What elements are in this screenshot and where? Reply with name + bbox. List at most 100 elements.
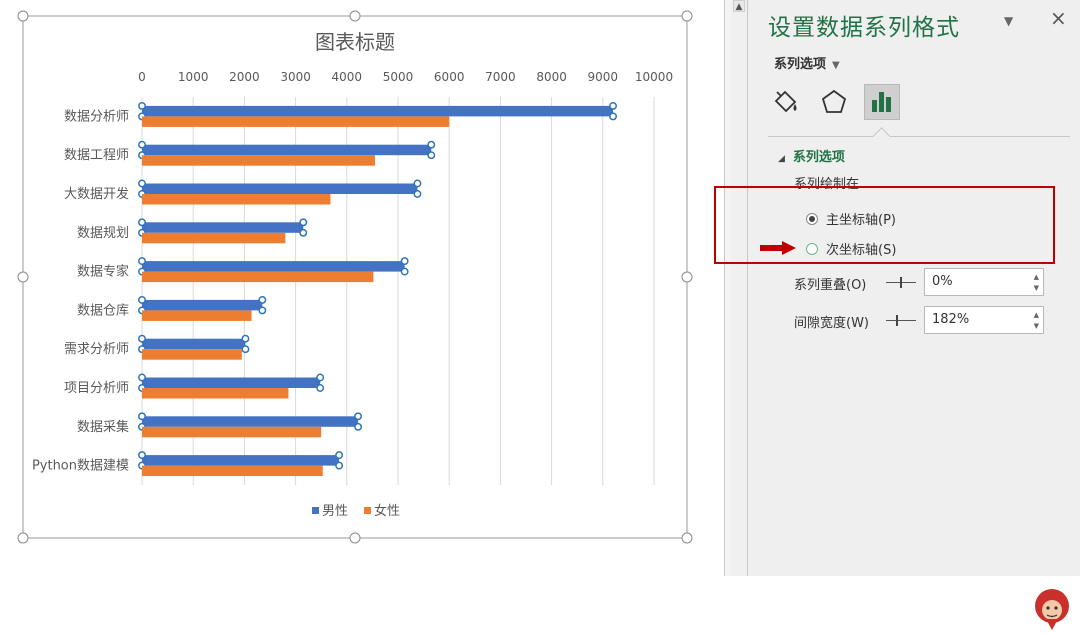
x-tick-label: 9000 bbox=[588, 70, 619, 84]
bar[interactable] bbox=[142, 261, 405, 272]
bar-selection-handle[interactable] bbox=[138, 295, 146, 304]
bar-selection-handle[interactable] bbox=[316, 384, 325, 392]
x-tick-label: 7000 bbox=[485, 70, 516, 84]
resize-handle[interactable] bbox=[17, 271, 29, 283]
bar[interactable] bbox=[142, 416, 359, 427]
bar-selection-handle[interactable] bbox=[138, 451, 146, 460]
x-tick-label: 4000 bbox=[332, 70, 363, 84]
arrow-right-icon bbox=[760, 241, 796, 255]
scroll-up-icon[interactable]: ▲ bbox=[733, 0, 745, 12]
category-label: 大数据开发 bbox=[64, 186, 129, 202]
bar-selection-handle[interactable] bbox=[609, 101, 617, 110]
bar-selection-handle[interactable] bbox=[138, 412, 146, 421]
bar-selection-handle[interactable] bbox=[413, 179, 422, 188]
bar[interactable] bbox=[142, 155, 375, 166]
chart-svg[interactable]: 图表标题 0 1000 2000 3000 4000 5000 6000 7000 8000 900… bbox=[0, 0, 720, 634]
gap-width-slider-thumb[interactable] bbox=[895, 315, 898, 326]
bar-selection-handle[interactable] bbox=[138, 373, 146, 382]
bar[interactable] bbox=[142, 105, 614, 117]
bar-selection-handle[interactable] bbox=[400, 257, 409, 266]
bar-selection-handle[interactable] bbox=[609, 112, 617, 121]
category-label: 数据规划 bbox=[77, 226, 129, 241]
bar-selection-handle[interactable] bbox=[138, 101, 146, 110]
bar[interactable] bbox=[142, 183, 418, 195]
spin-up-icon[interactable]: ▲ bbox=[1034, 273, 1039, 281]
bar-selection-handle[interactable] bbox=[335, 461, 344, 470]
legend-label: 女性 bbox=[374, 503, 400, 519]
bar-selection-handle[interactable] bbox=[138, 140, 146, 149]
bar-selection-handle[interactable] bbox=[354, 412, 363, 421]
bar-selection-handle[interactable] bbox=[316, 373, 325, 382]
series-options-icon[interactable] bbox=[864, 84, 900, 120]
tab-divider bbox=[768, 136, 1070, 137]
bar[interactable] bbox=[142, 377, 321, 389]
bar-selection-handle[interactable] bbox=[299, 228, 308, 237]
bar-selection-handle[interactable] bbox=[299, 218, 308, 227]
bar-selection-handle[interactable] bbox=[335, 451, 344, 460]
spin-up-icon[interactable]: ▲ bbox=[1034, 311, 1039, 319]
x-tick-label: 8000 bbox=[536, 70, 567, 84]
x-tick-label: 3000 bbox=[280, 70, 311, 84]
bar[interactable] bbox=[142, 455, 340, 466]
bar-selection-handle[interactable] bbox=[354, 422, 363, 431]
series-overlap-label: 系列重叠(O) bbox=[794, 278, 867, 293]
bar[interactable] bbox=[142, 310, 252, 321]
category-label: 项目分析师 bbox=[64, 381, 129, 396]
resize-handle[interactable] bbox=[681, 10, 693, 22]
chart-title: 图表标题 bbox=[315, 30, 395, 54]
series-options-tab[interactable]: 系列选项 ▼ bbox=[774, 53, 840, 72]
bar-selection-handle[interactable] bbox=[427, 151, 436, 160]
chevron-down-icon: ▼ bbox=[832, 60, 840, 71]
effects-icon[interactable] bbox=[816, 84, 852, 120]
spin-down-icon[interactable]: ▼ bbox=[1034, 284, 1039, 292]
dropdown-icon[interactable]: ▼ bbox=[1004, 14, 1013, 28]
gap-width-input[interactable]: 182% ▲ ▼ bbox=[924, 306, 1044, 334]
bar-selection-handle[interactable] bbox=[138, 257, 146, 266]
fill-line-icon[interactable] bbox=[768, 84, 804, 120]
bar-selection-handle[interactable] bbox=[400, 267, 409, 276]
bar-selection-handle[interactable] bbox=[413, 190, 422, 198]
resize-handle[interactable] bbox=[681, 271, 693, 283]
bar[interactable] bbox=[142, 338, 246, 350]
bar-selection-handle[interactable] bbox=[258, 306, 267, 315]
spin-down-icon[interactable]: ▼ bbox=[1034, 322, 1039, 330]
series-overlap-input[interactable]: 0% ▲ ▼ bbox=[924, 268, 1044, 296]
resize-handle[interactable] bbox=[349, 10, 361, 22]
bar-selection-handle[interactable] bbox=[138, 334, 146, 343]
bar[interactable] bbox=[142, 465, 323, 477]
chart-area[interactable]: 图表标题 0 1000 2000 3000 4000 5000 6000 7000 8000 900… bbox=[0, 0, 720, 634]
bar-selection-handle[interactable] bbox=[427, 140, 436, 149]
series-overlap-slider[interactable] bbox=[886, 277, 916, 288]
bar-selection-handle[interactable] bbox=[138, 218, 146, 227]
bar-selection-handle[interactable] bbox=[258, 295, 267, 304]
bar[interactable] bbox=[142, 426, 322, 438]
bar[interactable] bbox=[142, 222, 304, 233]
section-label: 系列选项 bbox=[792, 150, 845, 165]
category-label: 数据专家 bbox=[77, 264, 129, 280]
gap-width-value: 182% bbox=[932, 312, 970, 327]
resize-handle[interactable] bbox=[17, 10, 29, 22]
x-tick-label: 6000 bbox=[434, 70, 465, 84]
vertical-scrollbar[interactable]: ▲ bbox=[731, 0, 748, 576]
bar-selection-handle[interactable] bbox=[241, 334, 250, 343]
close-icon[interactable]: × bbox=[1050, 6, 1067, 30]
series-options-section[interactable]: ◢ 系列选项 bbox=[778, 146, 845, 165]
bar[interactable] bbox=[142, 271, 374, 283]
bar[interactable] bbox=[142, 349, 242, 360]
category-label: 数据分析师 bbox=[64, 109, 129, 124]
bar[interactable] bbox=[142, 116, 450, 127]
resize-handle[interactable] bbox=[17, 532, 29, 544]
series-overlap-slider-thumb[interactable] bbox=[900, 277, 902, 288]
resize-handle[interactable] bbox=[349, 532, 361, 544]
gap-width-label: 间隙宽度(W) bbox=[794, 316, 869, 331]
bar[interactable] bbox=[142, 388, 289, 399]
bar[interactable] bbox=[142, 299, 263, 311]
resize-handle[interactable] bbox=[681, 532, 693, 544]
gap-width-slider[interactable] bbox=[886, 315, 916, 326]
bar[interactable] bbox=[142, 194, 331, 205]
bar[interactable] bbox=[142, 232, 286, 244]
category-label: Python数据建模 bbox=[32, 459, 129, 474]
bar-selection-handle[interactable] bbox=[138, 179, 146, 188]
bar[interactable] bbox=[142, 144, 432, 156]
bar-selection-handle[interactable] bbox=[241, 345, 250, 354]
